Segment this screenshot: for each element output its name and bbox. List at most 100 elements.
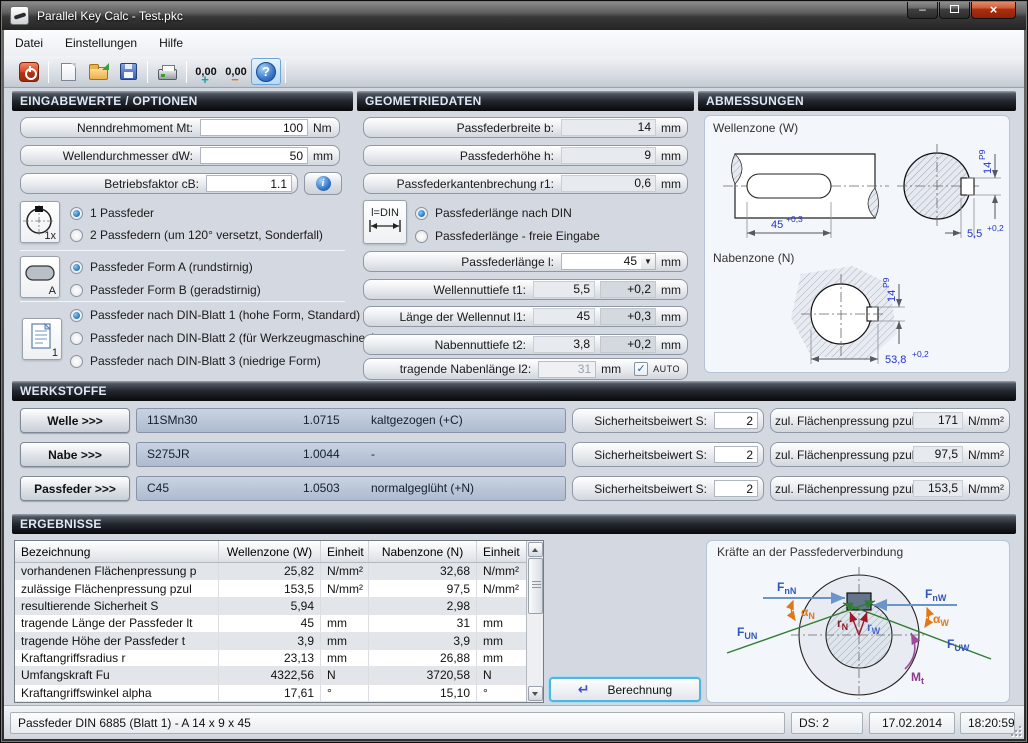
window-controls: – × (906, 0, 1016, 19)
radio-icon (70, 309, 83, 322)
force-label-fuw: FUW (947, 637, 970, 653)
group-separator (20, 301, 345, 302)
window-title: Parallel Key Calc - Test.pkc (37, 9, 183, 23)
row-passfederbreite: Passfederbreite b: 14 mm (363, 117, 688, 138)
dim-tiefe-tol: +0,2 (987, 223, 1004, 233)
table-scrollbar[interactable] (526, 541, 543, 702)
betriebsfaktor-info-button[interactable]: i (304, 172, 342, 195)
welle-pressung-row: zul. Flächenpressung pzul: 171 N/mm² (770, 408, 1010, 433)
radio-form-a[interactable]: Passfeder Form A (rundstirnig) (70, 259, 253, 275)
table-row[interactable]: resultierende Sicherheit S 5,94 2,98 (15, 598, 526, 615)
open-file-button[interactable] (83, 58, 113, 85)
table-row[interactable]: tragende Länge der Passfeder lt 45 mm 31… (15, 615, 526, 632)
radio-laenge-frei[interactable]: Passfederlänge - freie Eingabe (415, 228, 600, 244)
row-passfederlaenge: Passfederlänge l: 45 ▼ mm (363, 251, 688, 272)
table-row[interactable]: vorhandenen Flächenpressung p 25,82 N/mm… (15, 563, 526, 580)
nabe-material-button[interactable]: Nabe >>> (20, 442, 130, 467)
passfeder-material-display: C45 1.0503 normalgeglüht (+N) (136, 476, 566, 501)
dropdown-arrow-icon[interactable]: ▼ (641, 253, 656, 270)
scrollbar-thumb[interactable] (528, 558, 543, 614)
l1-value: 45 (533, 308, 595, 325)
save-file-button[interactable] (113, 58, 143, 85)
radio-2-passfedern[interactable]: 2 Passfedern (um 120° versetzt, Sonderfa… (70, 227, 323, 243)
radio-icon (415, 207, 428, 220)
increase-decimals-button[interactable]: 0,00+ (191, 58, 221, 85)
force-label-fnw: FnW (925, 587, 947, 603)
dim-laenge-tol: +0,3 (786, 214, 803, 224)
dimension-arrow-icon (364, 219, 406, 233)
toolbar-separator (186, 61, 187, 83)
section-header-geometriedaten: GEOMETRIEDATEN (357, 91, 694, 111)
row-nabennuttiefe: Nabennuttiefe t2: 3,8 +0,2 mm (363, 334, 688, 355)
results-table: Bezeichnung Wellenzone (W) Einheit Naben… (14, 540, 544, 703)
betriebsfaktor-input[interactable] (206, 175, 292, 192)
form-icon-box: A (20, 256, 60, 298)
nabe-sicherheit-row: Sicherheitsbeiwert S: (572, 442, 764, 467)
welle-material-button[interactable]: Welle >>> (20, 408, 130, 433)
minimize-button[interactable]: – (907, 0, 938, 19)
dim-breite-value: 14 (982, 162, 994, 174)
close-button[interactable]: × (971, 0, 1016, 19)
table-row[interactable]: tragende Höhe der Passfeder t 3,9 mm 3,9… (15, 633, 526, 650)
menu-hilfe[interactable]: Hilfe (148, 32, 194, 54)
radio-din-blatt-3[interactable]: Passfeder nach DIN-Blatt 3 (niedrige For… (70, 353, 321, 369)
l1-tolerance: +0,3 (600, 308, 656, 325)
passfeder-sicherheit-input[interactable] (714, 480, 758, 497)
row-nenndrehmoment: Nenndrehmoment Mt: Nm (20, 117, 340, 138)
maximize-icon (950, 5, 959, 13)
status-bar: Passfeder DIN 6885 (Blatt 1) - A 14 x 9 … (4, 705, 1024, 739)
radio-form-b[interactable]: Passfeder Form B (geradstirnig) (70, 282, 261, 298)
material-name: S275JR (147, 443, 190, 466)
radio-din-blatt-2[interactable]: Passfeder nach DIN-Blatt 2 (für Werkzeug… (70, 330, 376, 346)
new-file-button[interactable] (53, 58, 83, 85)
passfederlaenge-dropdown[interactable]: 45 ▼ (561, 253, 656, 270)
radio-icon (70, 332, 83, 345)
material-number: 1.0503 (303, 477, 340, 500)
exit-button[interactable] (14, 58, 44, 85)
welle-material-display: 11SMn30 1.0715 kaltgezogen (+C) (136, 408, 566, 433)
status-ds: DS: 2 (791, 712, 863, 734)
row-laenge-wellennut: Länge der Wellennut l1: 45 +0,3 mm (363, 306, 688, 327)
nenndrehmoment-input[interactable] (200, 119, 308, 136)
nenndrehmoment-unit: Nm (308, 121, 334, 135)
minimize-icon: – (919, 2, 926, 16)
berechnung-button[interactable]: ↵ Berechnung (549, 677, 701, 702)
menu-datei[interactable]: Datei (4, 32, 54, 54)
open-folder-icon (89, 67, 108, 80)
decimals-minus-icon: 0,00− (225, 67, 246, 77)
radio-1-passfeder[interactable]: 1 Passfeder (70, 205, 154, 221)
help-icon: ? (256, 62, 276, 82)
power-icon (19, 62, 39, 82)
scroll-down-button[interactable] (528, 686, 543, 701)
scroll-up-button[interactable] (528, 542, 543, 557)
section-header-ergebnisse: ERGEBNISSE (12, 514, 1016, 534)
maximize-button[interactable] (939, 0, 970, 19)
welle-sicherheit-input[interactable] (714, 412, 758, 429)
t2-tolerance: +0,2 (600, 336, 656, 353)
resize-grip[interactable] (1009, 724, 1021, 736)
decrease-decimals-button[interactable]: 0,00− (221, 58, 251, 85)
passfeder-material-button[interactable]: Passfeder >>> (20, 476, 130, 501)
material-treatment: - (371, 443, 375, 466)
angle-label-w: αW (933, 612, 949, 628)
arrow-up-icon (532, 548, 538, 552)
dim-nabenbreite-tol: P9 (881, 277, 891, 288)
help-button[interactable]: ? (251, 58, 281, 85)
radio-laenge-din[interactable]: Passfederlänge nach DIN (415, 205, 572, 221)
radio-din-blatt-1[interactable]: Passfeder nach DIN-Blatt 1 (hohe Form, S… (70, 307, 360, 323)
table-row[interactable]: zulässige Flächenpressung pzul 153,5 N/m… (15, 580, 526, 597)
laenge-din-icon-box: l=DIN (363, 200, 407, 244)
table-row[interactable]: Umfangskraft Fu 4322,56 N 3720,58 N (15, 667, 526, 684)
row-passfederhoehe: Passfederhöhe h: 9 mm (363, 145, 688, 166)
auto-checkbox[interactable]: ✓ (634, 362, 648, 376)
nabe-sicherheit-input[interactable] (714, 446, 758, 463)
print-button[interactable] (152, 58, 182, 85)
menu-einstellungen[interactable]: Einstellungen (54, 32, 148, 54)
welle-pressung-value: 171 (913, 412, 963, 429)
table-row[interactable]: Kraftangriffswinkel alpha 17,61 ° 15,10 … (15, 685, 526, 702)
nabe-pressung-row: zul. Flächenpressung pzul: 97,5 N/mm² (770, 442, 1010, 467)
wellendurchmesser-label: Wellendurchmesser dW: (25, 149, 200, 163)
dim-laenge-value: 45 (771, 219, 783, 231)
table-row[interactable]: Kraftangriffsradius r 23,13 mm 26,88 mm (15, 650, 526, 667)
wellendurchmesser-input[interactable] (200, 147, 308, 164)
